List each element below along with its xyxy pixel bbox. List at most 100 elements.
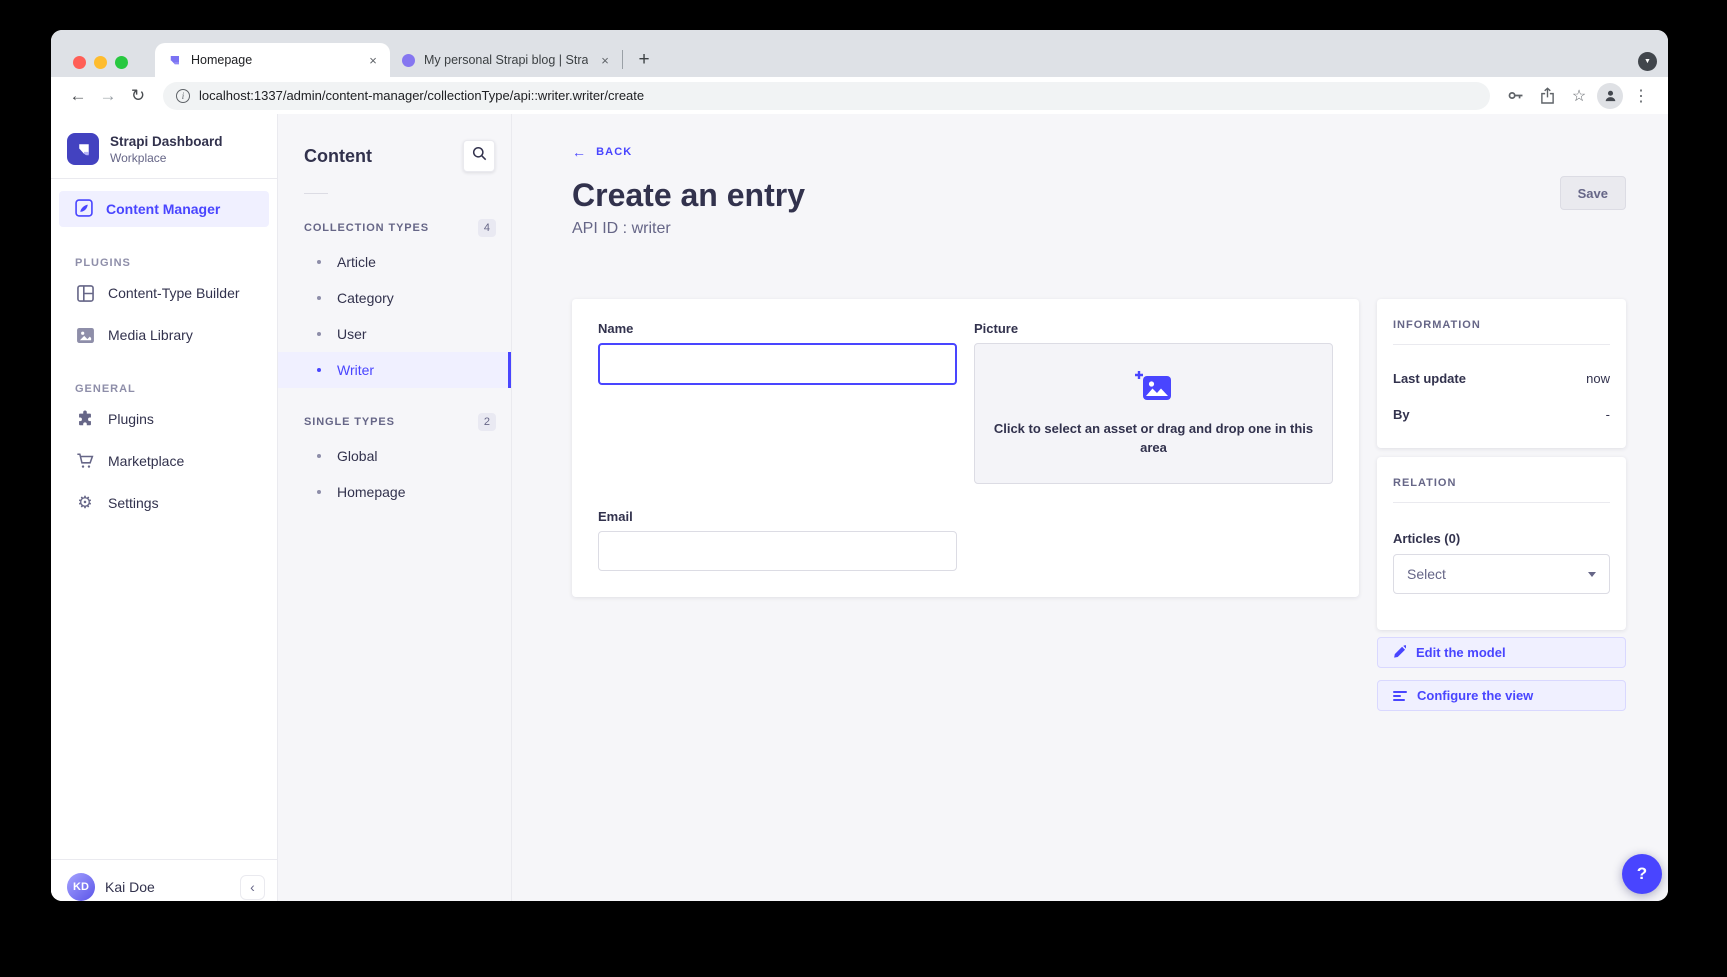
site-info-icon[interactable]: i xyxy=(176,89,190,103)
collection-item-article[interactable]: Article xyxy=(278,244,511,280)
browser-menu-icon[interactable]: ⋮ xyxy=(1627,82,1655,110)
picture-label: Picture xyxy=(974,321,1333,336)
by-label: By xyxy=(1393,407,1410,422)
sidebar-item-content-type-builder[interactable]: Content-Type Builder xyxy=(51,275,277,311)
name-field-group: Name xyxy=(598,321,957,484)
single-types-count-badge: 2 xyxy=(478,413,496,431)
bullet-icon xyxy=(317,490,321,494)
sidebar-item-label: Media Library xyxy=(108,327,193,343)
articles-select[interactable]: Select xyxy=(1393,554,1610,594)
single-types-header: SINGLE TYPES xyxy=(304,416,395,428)
user-name: Kai Doe xyxy=(105,879,230,895)
traffic-lights xyxy=(73,56,128,69)
collection-item-label: Writer xyxy=(337,362,374,378)
strapi-favicon xyxy=(167,53,182,68)
brand[interactable]: Strapi Dashboard Workplace xyxy=(51,114,277,178)
information-card: INFORMATION Last update now By - xyxy=(1377,299,1626,448)
single-item-global[interactable]: Global xyxy=(278,438,511,474)
address-bar[interactable]: i localhost:1337/admin/content-manager/c… xyxy=(163,82,1490,110)
edit-model-button[interactable]: Edit the model xyxy=(1377,637,1626,668)
back-button[interactable]: ← xyxy=(64,82,92,110)
sidebar-footer: KD Kai Doe ‹ xyxy=(51,859,277,901)
sidebar-item-marketplace[interactable]: Marketplace xyxy=(51,443,277,479)
main-sidebar: Strapi Dashboard Workplace Content Manag… xyxy=(51,114,278,901)
content-type-builder-icon xyxy=(75,285,95,302)
save-button[interactable]: Save xyxy=(1560,176,1626,210)
relation-header: RELATION xyxy=(1393,477,1610,489)
tab-search-button[interactable]: ▼ xyxy=(1638,52,1657,71)
minimize-window-button[interactable] xyxy=(94,56,107,69)
close-tab-icon[interactable]: × xyxy=(597,53,613,68)
search-button[interactable] xyxy=(463,140,495,172)
puzzle-icon xyxy=(75,410,95,428)
sidebar-item-settings[interactable]: ⚙ Settings xyxy=(51,485,277,521)
browser-profile-avatar[interactable] xyxy=(1597,83,1623,109)
bullet-icon xyxy=(317,332,321,336)
close-tab-icon[interactable]: × xyxy=(365,53,381,68)
sidebar-item-media-library[interactable]: Media Library xyxy=(51,317,277,353)
zoom-window-button[interactable] xyxy=(115,56,128,69)
pencil-icon xyxy=(1393,645,1406,661)
content-sidebar-divider xyxy=(304,193,328,194)
sidebar-item-label: Settings xyxy=(108,495,159,511)
user-avatar[interactable]: KD xyxy=(67,873,95,901)
help-button[interactable]: ? xyxy=(1622,854,1662,894)
blog-favicon xyxy=(402,54,415,67)
title-row: Create an entry Save xyxy=(572,176,1626,214)
strapi-app: Strapi Dashboard Workplace Content Manag… xyxy=(51,114,1668,901)
tab-homepage[interactable]: Homepage × xyxy=(155,43,390,77)
picture-dropzone[interactable]: Click to select an asset or drag and dro… xyxy=(974,343,1333,484)
url-text: localhost:1337/admin/content-manager/col… xyxy=(199,88,644,103)
browser-window: Homepage × My personal Strapi blog | Str… xyxy=(51,30,1668,901)
collapse-sidebar-button[interactable]: ‹ xyxy=(240,875,265,900)
sidebar-item-content-manager[interactable]: Content Manager xyxy=(59,191,269,227)
edit-model-label: Edit the model xyxy=(1416,645,1506,660)
share-icon[interactable] xyxy=(1533,82,1561,110)
back-arrow-icon: ← xyxy=(572,144,587,160)
cart-icon xyxy=(75,452,95,470)
information-header: INFORMATION xyxy=(1393,319,1610,331)
collection-item-user[interactable]: User xyxy=(278,316,511,352)
collection-types-count-badge: 4 xyxy=(478,219,496,237)
sidebar-item-label: Marketplace xyxy=(108,453,184,469)
tab-title: Homepage xyxy=(191,53,356,67)
page-title: Create an entry xyxy=(572,176,805,214)
content-title: Content xyxy=(304,146,372,167)
collection-item-label: Category xyxy=(337,290,394,306)
sidebar-item-plugins[interactable]: Plugins xyxy=(51,401,277,437)
sidebar-item-label: Content-Type Builder xyxy=(108,285,240,301)
forward-button[interactable]: → xyxy=(94,82,122,110)
sidebar-divider xyxy=(51,178,277,179)
collection-item-writer[interactable]: Writer xyxy=(278,352,511,388)
single-item-homepage[interactable]: Homepage xyxy=(278,474,511,510)
last-update-value: now xyxy=(1586,371,1610,386)
close-window-button[interactable] xyxy=(73,56,86,69)
collection-item-label: User xyxy=(337,326,367,342)
brand-text: Strapi Dashboard Workplace xyxy=(110,134,223,165)
picture-field-group: Picture Click to select an asset xyxy=(974,321,1333,484)
user-row[interactable]: KD Kai Doe ‹ xyxy=(51,860,277,901)
email-label: Email xyxy=(598,509,957,524)
gear-icon: ⚙ xyxy=(75,493,95,513)
plugins-section-header: PLUGINS xyxy=(51,257,277,269)
sidebar-item-label: Content Manager xyxy=(106,201,220,217)
back-link[interactable]: ← BACK xyxy=(572,144,632,160)
configure-icon xyxy=(1393,691,1407,701)
configure-view-button[interactable]: Configure the view xyxy=(1377,680,1626,711)
tab-strapi-blog[interactable]: My personal Strapi blog | Strap × xyxy=(390,43,622,77)
bookmark-star-icon[interactable]: ☆ xyxy=(1565,82,1593,110)
new-tab-button[interactable]: + xyxy=(630,46,658,74)
content-sidebar: Content COLLECTION TYPES 4 Article xyxy=(278,114,512,901)
single-item-label: Homepage xyxy=(337,484,406,500)
content-sidebar-header: Content xyxy=(278,114,511,172)
chevron-down-icon xyxy=(1588,572,1596,577)
reload-button[interactable]: ↻ xyxy=(124,82,152,110)
name-input[interactable] xyxy=(598,343,957,385)
main-content: ← BACK Create an entry Save API ID : wri… xyxy=(512,114,1668,901)
back-label: BACK xyxy=(596,146,632,158)
collection-item-category[interactable]: Category xyxy=(278,280,511,316)
password-key-icon[interactable] xyxy=(1501,82,1529,110)
relation-card: RELATION Articles (0) Select xyxy=(1377,457,1626,630)
email-input[interactable] xyxy=(598,531,957,571)
email-field-group: Email xyxy=(598,509,957,571)
